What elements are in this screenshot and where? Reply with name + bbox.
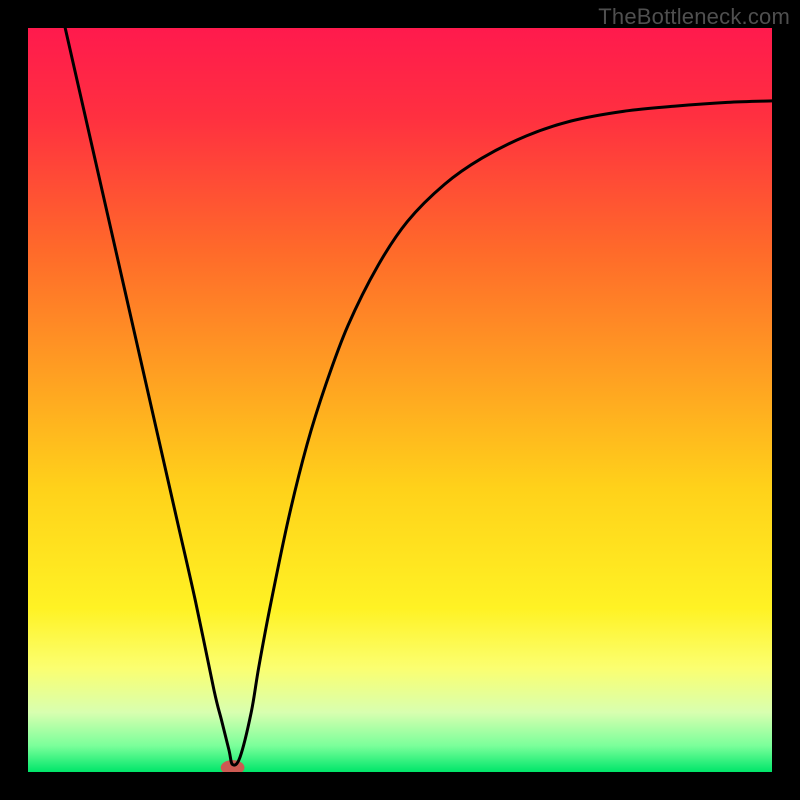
watermark-text: TheBottleneck.com xyxy=(598,4,790,30)
gradient-background xyxy=(28,28,772,772)
chart-frame xyxy=(28,28,772,772)
chart-plot xyxy=(28,28,772,772)
